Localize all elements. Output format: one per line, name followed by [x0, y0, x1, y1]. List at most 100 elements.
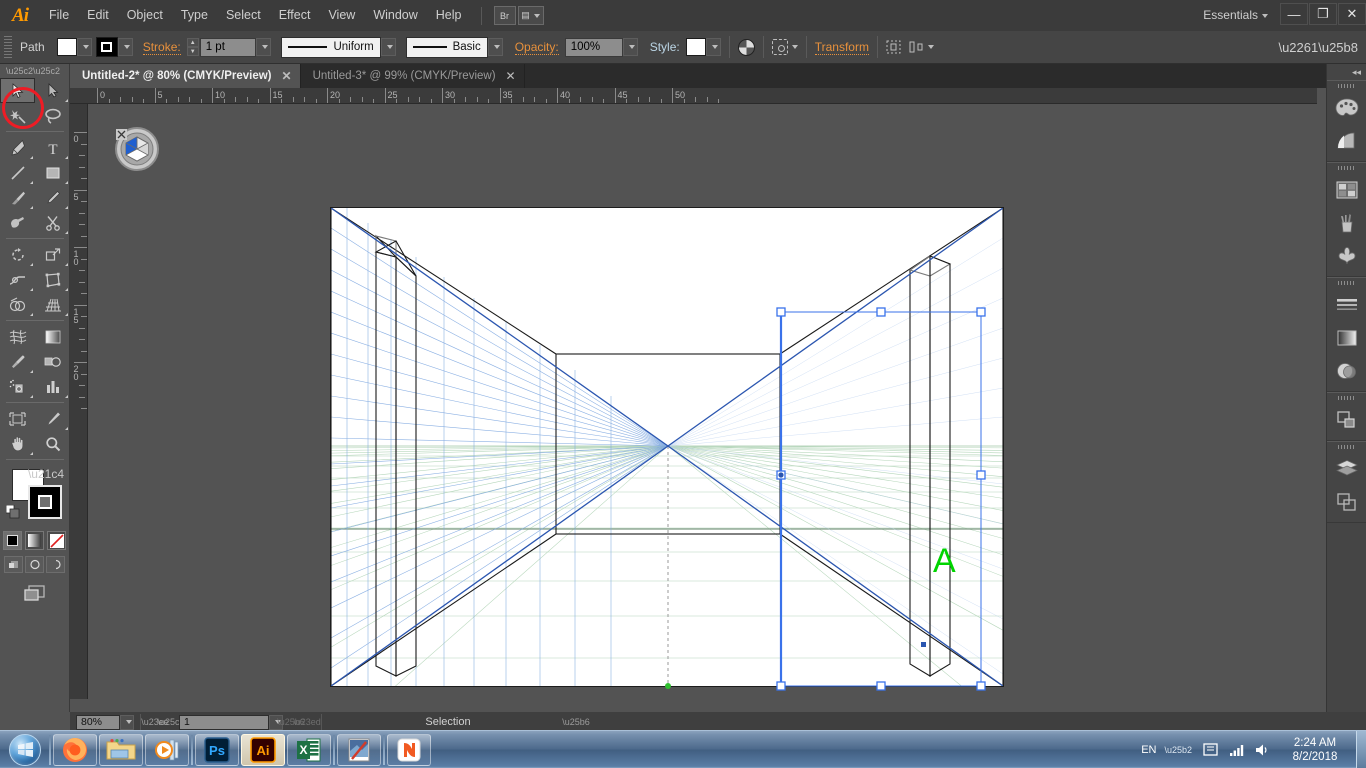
bridge-icon[interactable]: Br	[493, 6, 516, 25]
stroke-weight-stepper[interactable]: ▲ ▼	[186, 38, 199, 56]
anchor-point[interactable]	[778, 472, 784, 478]
stepper-up-icon[interactable]: ▲	[186, 38, 199, 47]
taskbar-file-explorer[interactable]	[99, 733, 143, 766]
taskbar-paint[interactable]	[337, 733, 381, 766]
stroke-weight-input[interactable]: 1 pt	[199, 37, 256, 57]
lasso-tool[interactable]	[35, 103, 70, 128]
show-desktop-button[interactable]	[1356, 731, 1366, 768]
dock-group-grip[interactable]	[1327, 163, 1366, 173]
symbols-panel-icon[interactable]	[1327, 239, 1366, 272]
handle-top-left[interactable]	[776, 307, 786, 317]
width-profile-combo[interactable]: Uniform	[280, 36, 381, 58]
none-mode-button[interactable]	[47, 531, 66, 550]
vertical-ruler[interactable]: 0 5 10 15 20	[70, 104, 88, 699]
stroke-weight-control[interactable]: ▲ ▼ 1 pt	[186, 37, 271, 57]
stroke-color-control[interactable]	[95, 37, 133, 57]
fill-dropdown-icon[interactable]	[76, 38, 92, 56]
blob-brush-tool[interactable]	[0, 210, 35, 235]
paintbrush-tool[interactable]	[0, 185, 35, 210]
free-transform-tool[interactable]	[35, 267, 70, 292]
minimize-button[interactable]: —	[1280, 3, 1308, 25]
rotate-tool[interactable]	[0, 242, 35, 267]
tools-panel-collapse-icon[interactable]: \u25c2\u25c2	[0, 64, 69, 78]
pencil-tool[interactable]	[35, 185, 70, 210]
stepper-down-icon[interactable]: ▼	[186, 47, 199, 56]
graphic-style-control[interactable]	[685, 38, 721, 56]
zoom-dropdown-icon[interactable]	[120, 714, 134, 730]
draw-normal-button[interactable]	[4, 556, 23, 573]
symbol-sprayer-tool[interactable]	[0, 374, 35, 399]
color-panel-icon[interactable]	[1327, 91, 1366, 124]
hand-tool[interactable]	[0, 431, 35, 456]
network-signal-icon[interactable]	[1228, 742, 1246, 758]
tab-untitled-3[interactable]: Untitled-3* @ 99% (CMYK/Preview) ✕	[300, 64, 525, 88]
gradient-mode-button[interactable]	[25, 531, 44, 550]
restore-button[interactable]: ❐	[1309, 3, 1337, 25]
taskbar-illustrator[interactable]: Ai	[241, 733, 285, 766]
close-icon[interactable]: ✕	[282, 69, 292, 83]
line-segment-tool[interactable]	[0, 160, 35, 185]
menu-select[interactable]: Select	[217, 0, 270, 31]
magic-wand-tool[interactable]	[0, 103, 35, 128]
stroke-dropdown-icon[interactable]	[117, 38, 133, 56]
status-menu-icon[interactable]: \u25b6	[562, 715, 590, 730]
transparency-panel-icon[interactable]	[1327, 354, 1366, 387]
dock-collapse-icon[interactable]: ◂◂	[1327, 64, 1366, 80]
zoom-control[interactable]: 80%	[76, 714, 134, 730]
scale-tool[interactable]	[35, 242, 70, 267]
dock-group-grip[interactable]	[1327, 81, 1366, 91]
color-mode-button[interactable]	[3, 531, 22, 550]
gradient-panel-icon[interactable]	[1327, 321, 1366, 354]
dock-group-grip[interactable]	[1327, 442, 1366, 452]
pen-tool[interactable]	[0, 135, 35, 160]
opacity-input[interactable]: 100%	[564, 37, 623, 57]
type-tool[interactable]: T	[35, 135, 70, 160]
variable-width-profile-control[interactable]: Uniform	[280, 36, 396, 58]
menu-type[interactable]: Type	[172, 0, 217, 31]
previous-artboard-button[interactable]: \u25c0	[157, 715, 184, 730]
handle-top-center[interactable]	[876, 307, 886, 317]
transform-link[interactable]: Transform	[814, 40, 869, 55]
gradient-tool[interactable]	[35, 324, 70, 349]
shape-builder-tool[interactable]	[0, 292, 35, 317]
align-options-control[interactable]	[909, 40, 934, 54]
layers-panel-icon[interactable]	[1327, 452, 1366, 485]
isolate-object-icon[interactable]	[771, 39, 788, 55]
taskbar-photoshop[interactable]: Ps	[195, 733, 239, 766]
align-controls[interactable]	[886, 40, 901, 54]
perspective-ground-anchor[interactable]	[665, 683, 671, 689]
change-screen-mode-icon[interactable]	[22, 583, 48, 603]
opacity-dropdown-icon[interactable]	[622, 38, 638, 56]
mesh-tool[interactable]	[0, 324, 35, 349]
artboard-tool[interactable]	[0, 406, 35, 431]
style-dropdown-icon[interactable]	[705, 38, 721, 56]
perspective-plane-switching-widget[interactable]	[114, 126, 160, 172]
stroke-panel-icon[interactable]	[1327, 288, 1366, 321]
taskbar-excel[interactable]: X	[287, 733, 331, 766]
column-graph-tool[interactable]	[35, 374, 70, 399]
stroke-color-swatch[interactable]	[28, 485, 62, 519]
brush-dropdown-icon[interactable]	[487, 38, 503, 56]
workspace-switcher[interactable]: Essentials	[1203, 0, 1268, 31]
language-indicator[interactable]: EN	[1141, 744, 1156, 756]
handle-top-right[interactable]	[976, 307, 986, 317]
width-profile-dropdown-icon[interactable]	[380, 38, 396, 56]
handle-bottom-left[interactable]	[776, 681, 786, 691]
handle-bottom-right[interactable]	[976, 681, 986, 691]
isolate-selected-control[interactable]	[771, 39, 798, 55]
rectangle-tool[interactable]	[35, 160, 70, 185]
action-center-icon[interactable]	[1202, 742, 1220, 758]
width-tool[interactable]	[0, 267, 35, 292]
brush-definition-control[interactable]: Basic	[405, 36, 503, 58]
arrange-documents-icon[interactable]: ▤	[517, 6, 544, 25]
opacity-control[interactable]: 100%	[564, 37, 638, 57]
control-bar-grip[interactable]	[4, 36, 12, 58]
menu-effect[interactable]: Effect	[270, 0, 320, 31]
tab-untitled-2[interactable]: Untitled-2* @ 80% (CMYK/Preview) ✕	[70, 64, 301, 88]
opacity-mask-icon[interactable]	[737, 38, 755, 56]
dock-group-grip[interactable]	[1327, 278, 1366, 288]
menu-edit[interactable]: Edit	[78, 0, 118, 31]
swap-fill-stroke-icon[interactable]: \u21c4	[28, 467, 64, 481]
fill-swatch[interactable]	[56, 38, 77, 56]
eraser-scissors-tool[interactable]	[35, 210, 70, 235]
